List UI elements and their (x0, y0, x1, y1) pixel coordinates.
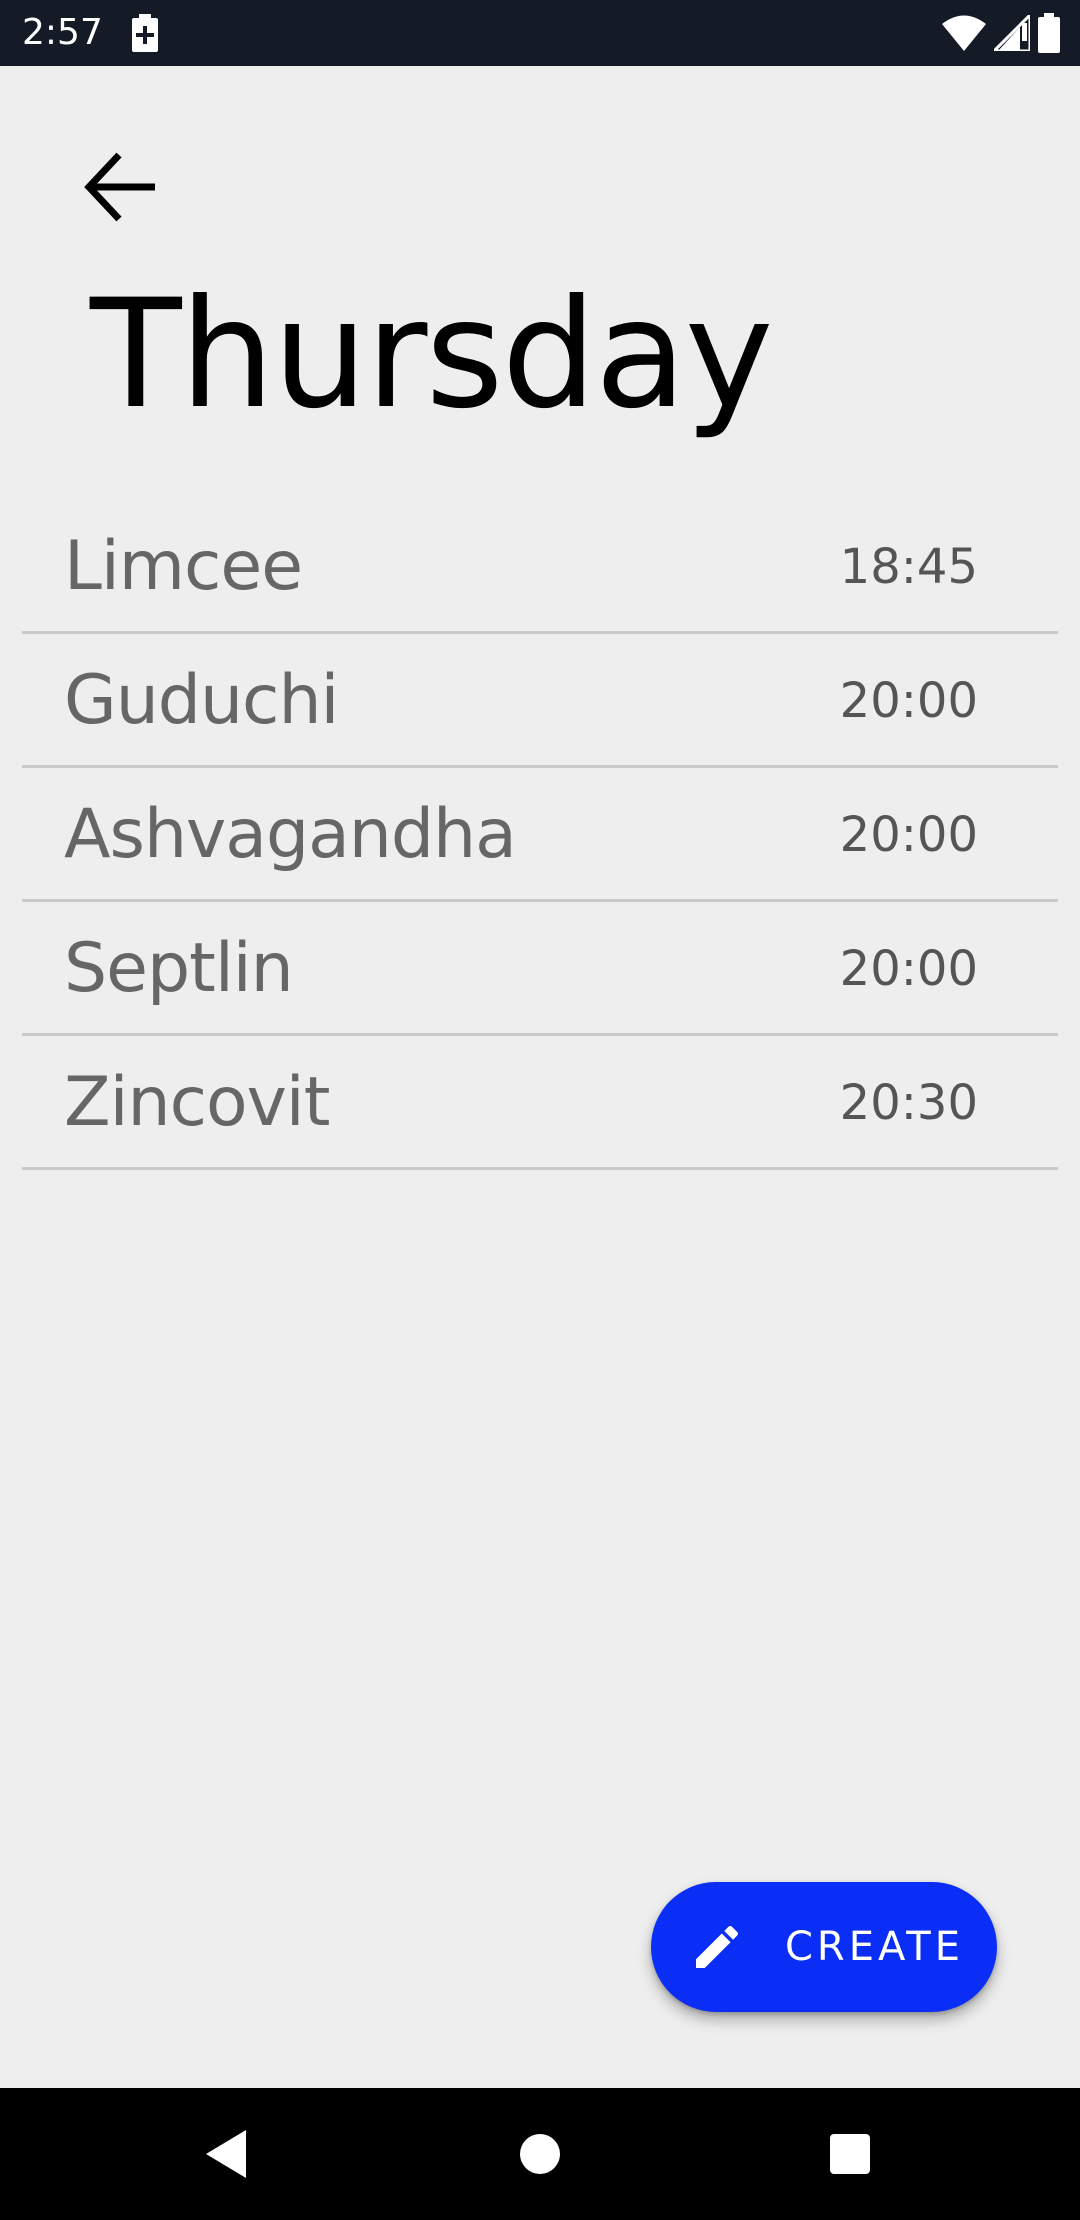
medication-list: Limcee 18:45 Guduchi 20:00 Ashvagandha 2… (22, 500, 1058, 1170)
medication-time: 20:30 (839, 1075, 978, 1131)
list-item[interactable]: Septlin 20:00 (22, 902, 1058, 1036)
nav-back-button[interactable] (186, 2114, 266, 2194)
battery-saver-icon (132, 14, 158, 52)
arrow-left-icon (84, 152, 155, 222)
nav-recents-button[interactable] (810, 2114, 890, 2194)
navigation-bar (0, 2088, 1080, 2220)
list-item[interactable]: Zincovit 20:30 (22, 1036, 1058, 1170)
recents-square-icon (830, 2134, 870, 2174)
back-triangle-icon (206, 2130, 246, 2178)
medication-time: 18:45 (839, 539, 978, 595)
medication-name: Limcee (64, 527, 303, 606)
page-title: Thursday (90, 268, 773, 442)
list-item[interactable]: Limcee 18:45 (22, 500, 1058, 634)
medication-name: Zincovit (64, 1063, 330, 1142)
medication-time: 20:00 (839, 673, 978, 729)
medication-time: 20:00 (839, 807, 978, 863)
battery-icon (1038, 13, 1060, 53)
status-bar: 2:57 (0, 0, 1080, 66)
medication-name: Septlin (64, 929, 294, 1008)
home-circle-icon (520, 2134, 560, 2174)
medication-name: Guduchi (64, 661, 339, 740)
cell-signal-icon (994, 15, 1030, 51)
list-item[interactable]: Guduchi 20:00 (22, 634, 1058, 768)
medication-time: 20:00 (839, 941, 978, 997)
medication-name: Ashvagandha (64, 795, 517, 874)
create-button-label: CREATE (785, 1924, 964, 1970)
wifi-icon (942, 15, 986, 51)
create-button[interactable]: CREATE (651, 1882, 997, 2012)
pencil-icon (696, 1925, 739, 1968)
status-icons (942, 12, 1060, 54)
nav-home-button[interactable] (500, 2114, 580, 2194)
list-item[interactable]: Ashvagandha 20:00 (22, 768, 1058, 902)
app-screen: 2:57 Thursday Limcee 18:45 Guduchi 20:00… (0, 0, 1080, 2220)
back-button[interactable] (66, 132, 176, 242)
status-time: 2:57 (22, 12, 103, 53)
